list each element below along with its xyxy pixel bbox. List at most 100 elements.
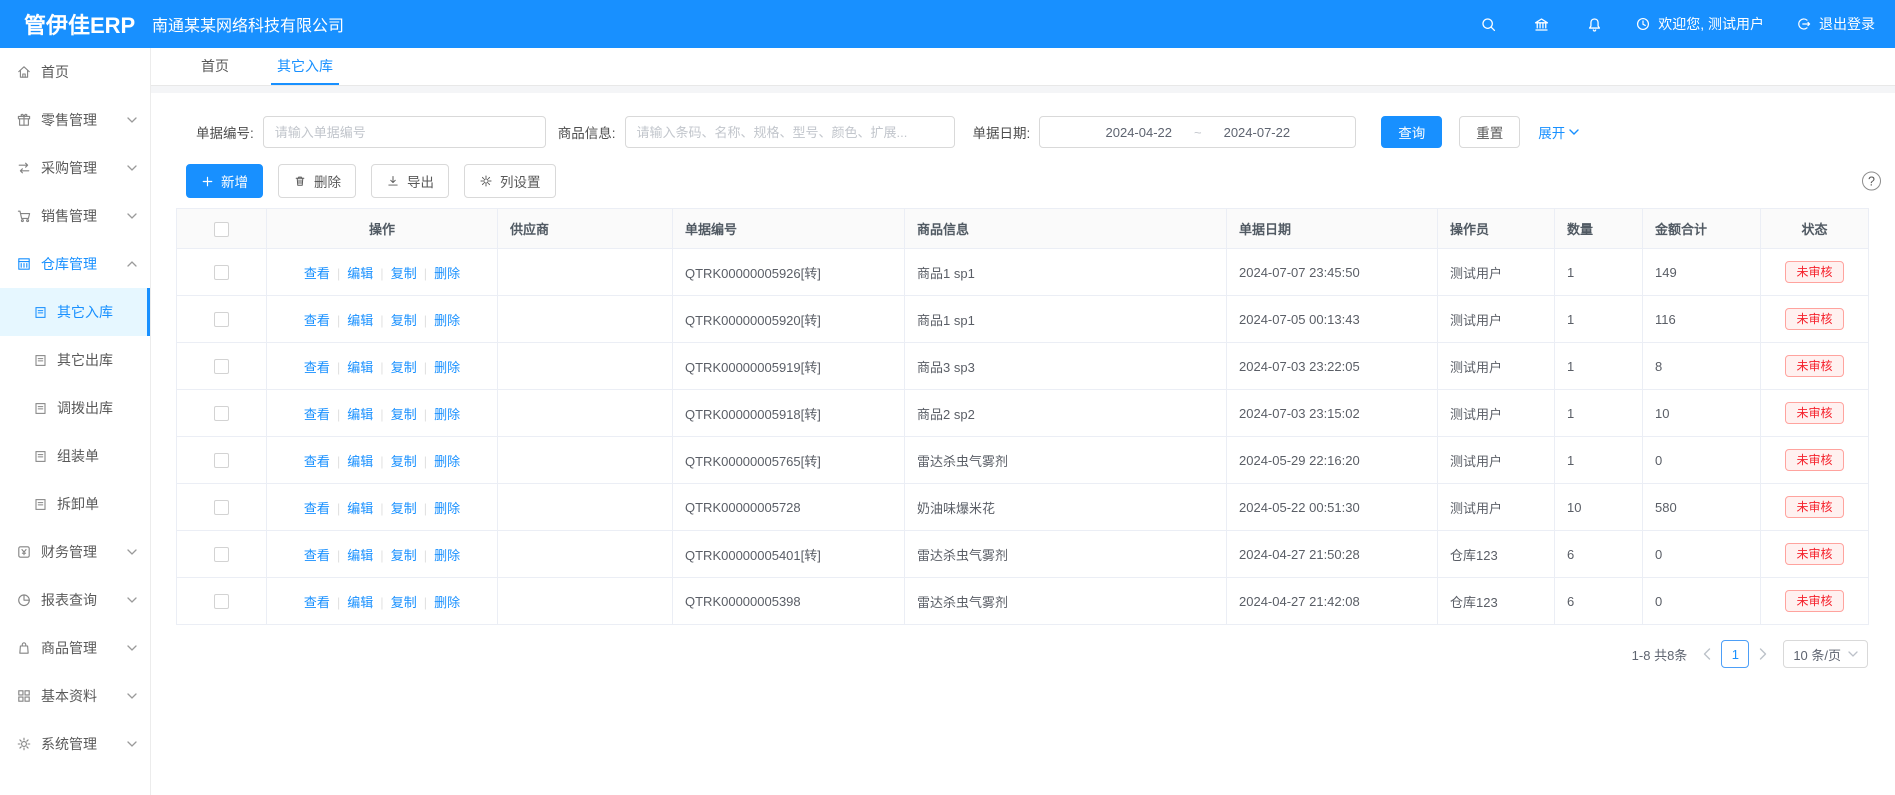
next-page-button[interactable] xyxy=(1753,648,1773,660)
row-action-copy[interactable]: 复制 xyxy=(373,548,416,563)
row-action-delete[interactable]: 删除 xyxy=(417,454,460,469)
sidebar-item-retail[interactable]: 零售管理 xyxy=(0,96,150,144)
row-checkbox[interactable] xyxy=(214,359,229,374)
row-action-view[interactable]: 查看 xyxy=(304,501,330,516)
row-action-view[interactable]: 查看 xyxy=(304,595,330,610)
sidebar-item-basic-data[interactable]: 基本资料 xyxy=(0,672,150,720)
trash-icon xyxy=(293,174,307,188)
row-action-delete[interactable]: 删除 xyxy=(417,266,460,281)
row-checkbox[interactable] xyxy=(214,453,229,468)
container-icon xyxy=(16,256,32,272)
bill-no-input[interactable] xyxy=(263,116,546,148)
row-action-copy[interactable]: 复制 xyxy=(373,595,416,610)
row-checkbox[interactable] xyxy=(214,500,229,515)
row-action-delete[interactable]: 删除 xyxy=(417,407,460,422)
date-from-value[interactable]: 2024-04-22 xyxy=(1106,125,1173,140)
cell-bill-date: 2024-04-27 21:50:28 xyxy=(1227,531,1438,578)
sidebar-item-transfer-outbound[interactable]: 调拨出库 xyxy=(0,384,150,432)
row-action-view[interactable]: 查看 xyxy=(304,548,330,563)
search-button[interactable]: 查询 xyxy=(1381,116,1442,148)
table-row: 查看编辑复制删除QTRK00000005918[转]商品2 sp22024-07… xyxy=(177,390,1869,437)
sidebar-item-assembly[interactable]: 组装单 xyxy=(0,432,150,480)
row-checkbox[interactable] xyxy=(214,547,229,562)
row-action-edit[interactable]: 编辑 xyxy=(330,313,373,328)
help-icon[interactable]: ? xyxy=(1862,172,1881,191)
cell-bill-no: QTRK00000005919[转] xyxy=(673,343,905,390)
row-action-copy[interactable]: 复制 xyxy=(373,313,416,328)
row-action-copy[interactable]: 复制 xyxy=(373,501,416,516)
sidebar-item-other-outbound[interactable]: 其它出库 xyxy=(0,336,150,384)
row-action-view[interactable]: 查看 xyxy=(304,360,330,375)
bank-icon[interactable] xyxy=(1533,16,1550,33)
row-action-delete[interactable]: 删除 xyxy=(417,313,460,328)
sidebar-item-disassembly[interactable]: 拆卸单 xyxy=(0,480,150,528)
export-button[interactable]: 导出 xyxy=(371,164,449,198)
row-checkbox[interactable] xyxy=(214,594,229,609)
cell-bill-no: QTRK00000005926[转] xyxy=(673,249,905,296)
row-action-delete[interactable]: 删除 xyxy=(417,595,460,610)
row-action-edit[interactable]: 编辑 xyxy=(330,360,373,375)
sidebar-item-finance[interactable]: 财务管理 xyxy=(0,528,150,576)
row-action-view[interactable]: 查看 xyxy=(304,266,330,281)
row-action-view[interactable]: 查看 xyxy=(304,407,330,422)
add-button[interactable]: 新增 xyxy=(186,164,263,198)
row-action-edit[interactable]: 编辑 xyxy=(330,407,373,422)
page-number-button[interactable]: 1 xyxy=(1721,640,1749,668)
clock-icon xyxy=(1635,16,1651,32)
row-action-view[interactable]: 查看 xyxy=(304,313,330,328)
welcome-user[interactable]: 欢迎您, 测试用户 xyxy=(1635,14,1764,34)
add-button-label: 新增 xyxy=(221,171,248,191)
date-range-picker[interactable]: 2024-04-22 ~ 2024-07-22 xyxy=(1039,116,1356,148)
row-action-copy[interactable]: 复制 xyxy=(373,454,416,469)
delete-button[interactable]: 删除 xyxy=(278,164,356,198)
chevron-down-icon xyxy=(127,645,137,651)
export-button-label: 导出 xyxy=(407,171,434,191)
row-action-view[interactable]: 查看 xyxy=(304,454,330,469)
sidebar-item-goods[interactable]: 商品管理 xyxy=(0,624,150,672)
tab-home[interactable]: 首页 xyxy=(195,48,235,85)
column-settings-button[interactable]: 列设置 xyxy=(464,164,556,198)
row-action-edit[interactable]: 编辑 xyxy=(330,595,373,610)
prev-page-button[interactable] xyxy=(1697,648,1717,660)
cell-status: 未审核 xyxy=(1761,437,1869,484)
sidebar-item-reports[interactable]: 报表查询 xyxy=(0,576,150,624)
cell-product-info: 奶油味爆米花 xyxy=(905,484,1227,531)
bell-icon[interactable] xyxy=(1586,16,1603,33)
sidebar-item-label: 组装单 xyxy=(57,446,99,466)
sidebar-item-sales[interactable]: 销售管理 xyxy=(0,192,150,240)
row-action-delete[interactable]: 删除 xyxy=(417,360,460,375)
tab-other-inbound[interactable]: 其它入库 xyxy=(271,48,339,85)
cell-status: 未审核 xyxy=(1761,343,1869,390)
row-action-copy[interactable]: 复制 xyxy=(373,407,416,422)
page-size-select[interactable]: 10 条/页 xyxy=(1783,640,1868,668)
sidebar-item-purchase[interactable]: 采购管理 xyxy=(0,144,150,192)
sidebar-item-label: 零售管理 xyxy=(41,110,97,130)
file-icon xyxy=(33,401,48,416)
app-root: 管伊佳ERP 南通某某网络科技有限公司 欢迎您, 测试用户 xyxy=(0,0,1895,795)
sidebar-item-home[interactable]: 首页 xyxy=(0,48,150,96)
sidebar-item-warehouse[interactable]: 仓库管理 xyxy=(0,240,150,288)
row-action-edit[interactable]: 编辑 xyxy=(330,501,373,516)
row-checkbox[interactable] xyxy=(214,265,229,280)
row-action-edit[interactable]: 编辑 xyxy=(330,266,373,281)
sidebar-item-system[interactable]: 系统管理 xyxy=(0,720,150,768)
select-all-checkbox[interactable] xyxy=(214,222,229,237)
row-action-edit[interactable]: 编辑 xyxy=(330,548,373,563)
product-info-input[interactable] xyxy=(625,116,955,148)
expand-toggle[interactable]: 展开 xyxy=(1538,122,1579,142)
chevron-down-icon xyxy=(127,165,137,171)
row-checkbox[interactable] xyxy=(214,406,229,421)
cell-product-info: 雷达杀虫气雾剂 xyxy=(905,578,1227,625)
row-action-delete[interactable]: 删除 xyxy=(417,548,460,563)
sidebar-item-other-inbound[interactable]: 其它入库 xyxy=(0,288,150,336)
row-action-delete[interactable]: 删除 xyxy=(417,501,460,516)
row-action-copy[interactable]: 复制 xyxy=(373,360,416,375)
search-icon[interactable] xyxy=(1480,16,1497,33)
row-checkbox[interactable] xyxy=(214,312,229,327)
row-action-copy[interactable]: 复制 xyxy=(373,266,416,281)
cell-checkbox xyxy=(177,437,267,484)
date-to-value[interactable]: 2024-07-22 xyxy=(1224,125,1291,140)
logout-button[interactable]: 退出登录 xyxy=(1796,14,1875,34)
row-action-edit[interactable]: 编辑 xyxy=(330,454,373,469)
reset-button[interactable]: 重置 xyxy=(1459,116,1520,148)
